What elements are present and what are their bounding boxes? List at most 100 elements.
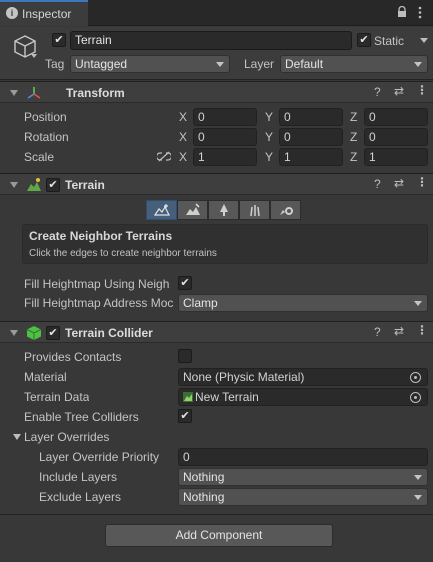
rotation-x-input[interactable]: 0 (193, 128, 257, 146)
material-object-field[interactable]: None (Physic Material) (178, 368, 428, 386)
component-menu-icon[interactable]: ⋮ (416, 323, 428, 337)
create-neighbor-icon (154, 204, 170, 216)
terrain-title: Terrain (65, 178, 105, 192)
static-checkbox[interactable]: ✔ (357, 33, 371, 47)
tab-label: Inspector (22, 7, 72, 21)
scale-z-input[interactable]: 1 (364, 148, 428, 166)
position-x-input[interactable]: 0 (193, 108, 257, 126)
divider (0, 514, 433, 515)
layer-label: Layer (244, 57, 275, 71)
include-layers-value: Nothing (183, 470, 225, 484)
foldout-arrow-icon[interactable] (10, 182, 18, 188)
enable-tree-colliders-checkbox[interactable]: ✔ (178, 409, 192, 423)
position-label: Position (24, 110, 67, 124)
terrain-settings-tool[interactable] (270, 200, 301, 220)
scale-x-input[interactable]: 1 (193, 148, 257, 166)
exclude-layers-label: Exclude Layers (39, 490, 122, 504)
terrain-enabled-checkbox[interactable]: ✔ (46, 178, 60, 192)
include-layers-label: Include Layers (39, 470, 118, 484)
tool-heading: Create Neighbor Terrains (29, 229, 173, 243)
tag-value: Untagged (75, 57, 128, 71)
gear-icon (280, 207, 293, 215)
terrain-collider-enabled-checkbox[interactable]: ✔ (46, 326, 60, 340)
provides-contacts-checkbox[interactable] (178, 349, 192, 363)
fill-heightmap-address-label: Fill Heightmap Address Moc (24, 296, 174, 310)
exclude-layers-value: Nothing (183, 490, 225, 504)
terrain-data-asset-icon (183, 392, 193, 402)
active-checkbox[interactable]: ✔ (52, 33, 66, 47)
scale-label: Scale (24, 150, 55, 164)
presets-icon[interactable]: ⇄ (394, 324, 404, 338)
layer-value: Default (285, 57, 324, 71)
collider-icon (26, 326, 42, 340)
inspector-tab-bar: i Inspector (0, 0, 433, 26)
position-y-label: Y (265, 110, 274, 124)
include-layers-dropdown[interactable]: Nothing (178, 468, 428, 486)
terrain-collider-header[interactable]: ✔ Terrain Collider ? ⇄ ⋮ (0, 321, 433, 343)
position-z-input[interactable]: 0 (364, 108, 428, 126)
transform-icon (27, 87, 41, 99)
paint-terrain-tool[interactable] (177, 200, 208, 220)
static-label: Static (374, 34, 405, 48)
help-icon[interactable]: ? (374, 325, 381, 339)
more-menu-icon[interactable] (418, 6, 422, 19)
paint-details-tool[interactable] (239, 200, 270, 220)
add-component-button[interactable]: Add Component (105, 524, 333, 547)
rotation-z-input[interactable]: 0 (364, 128, 428, 146)
layer-override-priority-input[interactable]: 0 (178, 448, 428, 466)
provides-contacts-label: Provides Contacts (24, 350, 122, 364)
layer-overrides-label[interactable]: Layer Overrides (24, 430, 109, 444)
scale-y-label: Y (265, 150, 274, 164)
rotation-y-input[interactable]: 0 (279, 128, 343, 146)
material-value: None (Physic Material) (183, 370, 305, 384)
fill-heightmap-address-value: Clamp (183, 296, 218, 310)
tool-help-box: Create Neighbor Terrains Click the edges… (22, 224, 428, 264)
terrain-data-label: Terrain Data (24, 390, 90, 404)
scale-z-label: Z (350, 150, 358, 164)
static-dropdown-arrow[interactable] (420, 38, 428, 43)
rotation-y-label: Y (265, 130, 274, 144)
tab-inspector[interactable]: i Inspector (0, 0, 88, 26)
help-icon[interactable]: ? (374, 177, 381, 191)
chevron-down-icon (414, 62, 422, 67)
position-y-input[interactable]: 0 (279, 108, 343, 126)
foldout-arrow-icon[interactable] (10, 90, 18, 96)
tag-dropdown[interactable]: Untagged (70, 55, 230, 73)
object-name-input[interactable]: Terrain (70, 31, 352, 50)
enable-tree-colliders-label: Enable Tree Colliders (24, 410, 139, 424)
layer-dropdown[interactable]: Default (280, 55, 428, 73)
terrain-header[interactable]: ✔ Terrain ? ⇄ ⋮ (0, 173, 433, 195)
create-neighbor-terrains-tool[interactable] (146, 200, 177, 220)
paint-terrain-icon (186, 203, 200, 215)
paint-trees-icon (220, 204, 228, 216)
foldout-arrow-icon[interactable] (10, 330, 18, 336)
tag-label: Tag (45, 57, 65, 71)
terrain-component-icon (27, 178, 41, 191)
constrain-proportions-icon[interactable] (157, 151, 171, 162)
object-picker-icon[interactable] (410, 372, 421, 383)
chevron-down-icon (216, 62, 224, 67)
presets-icon[interactable]: ⇄ (394, 176, 404, 190)
paint-details-icon (250, 205, 260, 217)
position-x-label: X (179, 110, 188, 124)
icon-dropdown-arrow[interactable] (31, 54, 37, 58)
chevron-down-icon (414, 475, 422, 480)
transform-header[interactable]: Transform ? ⇄ ⋮ (0, 81, 433, 103)
object-picker-icon[interactable] (410, 392, 421, 403)
component-menu-icon[interactable]: ⋮ (416, 175, 428, 189)
transform-title: Transform (66, 86, 125, 100)
terrain-data-object-field[interactable]: New Terrain (178, 388, 428, 406)
scale-y-input[interactable]: 1 (279, 148, 343, 166)
component-menu-icon[interactable]: ⋮ (416, 83, 428, 97)
presets-icon[interactable]: ⇄ (394, 84, 404, 98)
material-label: Material (24, 370, 67, 384)
layer-overrides-foldout-icon[interactable] (13, 434, 21, 440)
lock-icon[interactable] (397, 6, 407, 18)
paint-trees-tool[interactable] (208, 200, 239, 220)
rotation-z-label: Z (350, 130, 358, 144)
tool-description: Click the edges to create neighbor terra… (29, 248, 217, 259)
fill-heightmap-checkbox[interactable]: ✔ (178, 276, 192, 290)
help-icon[interactable]: ? (374, 85, 381, 99)
fill-heightmap-address-dropdown[interactable]: Clamp (178, 294, 428, 312)
exclude-layers-dropdown[interactable]: Nothing (178, 488, 428, 506)
